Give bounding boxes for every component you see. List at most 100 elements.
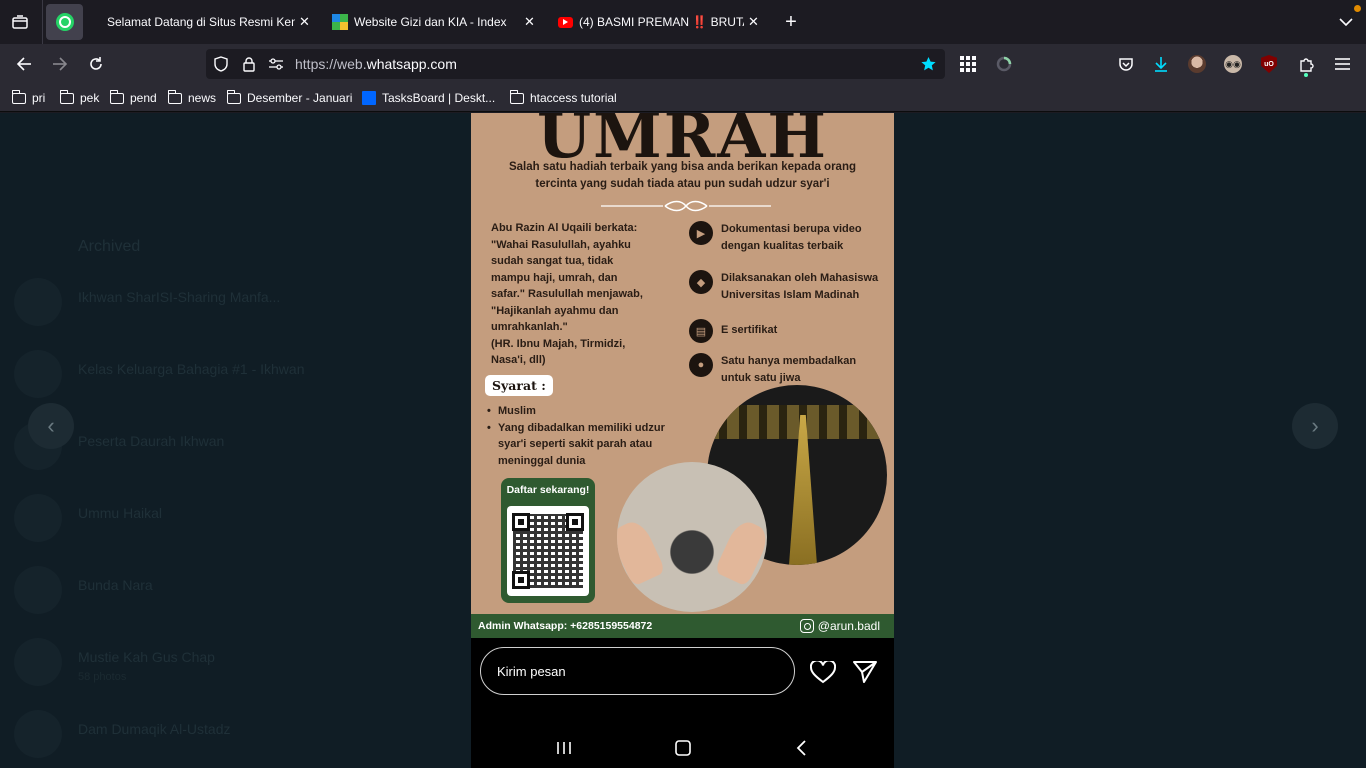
system-back-icon[interactable]: [786, 733, 816, 763]
avatar: [14, 638, 62, 686]
quote-line: "Hajikanlah ayahmu dan: [491, 304, 619, 317]
qr-code: [507, 506, 589, 596]
forward-button[interactable]: [44, 48, 76, 80]
close-icon[interactable]: ✕: [748, 14, 759, 30]
archived-label: Archived: [78, 238, 141, 255]
lock-icon[interactable]: [240, 55, 258, 73]
admin-whatsapp-text: Admin Whatsapp: +6285159554872: [478, 620, 653, 632]
bookmark-label: news: [188, 91, 217, 105]
avatar: [14, 710, 62, 758]
tab-overview-icon[interactable]: [4, 6, 36, 38]
feature-item: ● Satu hanya membadalkan untuk satu jiwa: [689, 353, 886, 386]
list-item: Muslim: [487, 403, 667, 420]
bookmark-folder-desember-januari[interactable]: Desember - Januari: [226, 89, 352, 107]
bookmark-folder-pri[interactable]: pri: [11, 89, 46, 107]
quote-line: safar." Rasulullah menjawab,: [491, 288, 643, 300]
tab-title: Selamat Datang di Situs Resmi Kem: [107, 15, 295, 29]
instagram-icon: [799, 619, 814, 633]
shield-icon[interactable]: [212, 55, 230, 73]
avatar: [14, 278, 62, 326]
tab-youtube[interactable]: (4) BASMI PREMAN ‼️ BRUTAL ✕: [548, 0, 770, 44]
home-button-icon[interactable]: [668, 733, 698, 763]
tab-gizi-kia[interactable]: Website Gizi dan KIA - Index ✕: [322, 0, 544, 44]
url-scheme: https://web.: [295, 56, 367, 72]
back-button[interactable]: [8, 48, 40, 80]
quote-line: Nasa'i, dll): [491, 354, 546, 366]
registration-qr-card: Daftar sekarang!: [501, 478, 595, 603]
quote-line: mampu haji, umrah, dan: [491, 271, 618, 284]
syarat-list: Muslim Yang dibadalkan memiliki udzur sy…: [487, 403, 667, 469]
quote-line: (HR. Ibnu Majah, Tirmidzi,: [491, 337, 626, 350]
ublock-origin-icon[interactable]: uO: [1253, 48, 1285, 80]
qr-finder: [512, 571, 530, 589]
reply-placeholder: Kirim pesan: [497, 663, 566, 679]
bookmark-label: htaccess tutorial: [530, 91, 617, 105]
folder-icon: [109, 89, 124, 104]
feature-item: ▶ Dokumentasi berupa video dengan kualit…: [689, 221, 886, 254]
tab-kemenag[interactable]: Selamat Datang di Situs Resmi Kem ✕: [88, 0, 318, 44]
pocket-icon[interactable]: [1110, 48, 1142, 80]
chat-preview: 58 photos: [78, 671, 127, 683]
quote-line: umrahkanlah.": [491, 321, 568, 333]
bookmark-label: pend: [130, 91, 157, 105]
feature-item: ◆ Dilaksanakan oleh Mahasiswa Universita…: [689, 270, 886, 303]
account-avatar-icon[interactable]: [1181, 48, 1213, 80]
folder-icon: [167, 89, 182, 104]
bookmark-label: TasksBoard | Deskt...: [382, 91, 496, 105]
status-viewer: UMRAH Salah satu hadiah terbaik yang bis…: [471, 113, 894, 768]
menu-hamburger-icon[interactable]: [1326, 48, 1358, 80]
avatar: [14, 566, 62, 614]
permissions-icon[interactable]: [267, 55, 285, 73]
close-icon[interactable]: ✕: [299, 14, 310, 30]
previous-status-button[interactable]: ‹: [28, 403, 74, 449]
chat-name: Ummu Haikal: [78, 505, 163, 521]
poster-lead-text: Salah satu hadiah terbaik yang bisa anda…: [508, 161, 857, 190]
bookmark-folder-pek[interactable]: pek: [59, 89, 99, 107]
apps-grid-icon[interactable]: [952, 48, 984, 80]
address-bar[interactable]: https://web.whatsapp.com: [206, 49, 945, 79]
tab-title: Website Gizi dan KIA - Index: [354, 15, 507, 29]
tab-separator: [42, 0, 43, 44]
next-status-button[interactable]: ›: [1292, 403, 1338, 449]
recent-apps-icon[interactable]: [549, 733, 579, 763]
bookmark-folder-htaccess[interactable]: htaccess tutorial: [509, 89, 617, 107]
extension-spinner-icon[interactable]: [988, 48, 1020, 80]
person-icon: ●: [689, 353, 713, 377]
extension-glasses-icon[interactable]: ◉◉: [1217, 48, 1249, 80]
praying-hand: [617, 517, 666, 587]
graduation-cap-icon: ◆: [689, 270, 713, 294]
pinned-tab-whatsapp[interactable]: [46, 4, 83, 40]
kemenkes-icon: [332, 14, 348, 30]
extension-badge-dot: [1304, 73, 1308, 77]
reply-message-input[interactable]: Kirim pesan: [480, 647, 795, 695]
bookmark-folder-pend[interactable]: pend: [109, 89, 157, 107]
list-item: Yang dibadalkan memiliki udzur syar'i se…: [487, 420, 667, 470]
feature-text: Dilaksanakan oleh Mahasiswa Universitas …: [721, 272, 879, 301]
send-icon[interactable]: [850, 657, 880, 687]
reload-button[interactable]: [80, 48, 112, 80]
youtube-icon: [558, 16, 573, 28]
bookmark-tasksboard[interactable]: TasksBoard | Deskt...: [362, 89, 495, 107]
qr-finder: [512, 513, 530, 531]
chat-name: Kelas Keluarga Bahagia #1 - Ikhwan: [78, 361, 305, 377]
url-domain: whatsapp.com: [366, 56, 457, 72]
whatsapp-icon: [55, 13, 74, 31]
tasksboard-icon: [362, 91, 376, 105]
praying-hand: [714, 517, 767, 587]
like-heart-icon[interactable]: [808, 657, 838, 687]
feature-item: ▤ E sertifikat: [689, 319, 886, 343]
url-text[interactable]: https://web.whatsapp.com: [295, 56, 457, 72]
downloads-icon[interactable]: [1145, 48, 1177, 80]
bookmark-folder-news[interactable]: news: [167, 89, 217, 107]
new-tab-button[interactable]: +: [775, 6, 807, 38]
quote-line: "Wahai Rasulullah, ayahku: [491, 238, 631, 251]
feature-text: Dokumentasi berupa video dengan kualitas…: [721, 223, 862, 252]
qr-label: Daftar sekarang!: [506, 484, 590, 496]
bookmark-star-icon[interactable]: [919, 55, 937, 73]
folder-icon: [509, 89, 524, 104]
instagram-text: @arun.badl: [817, 619, 880, 633]
navigation-toolbar: https://web.whatsapp.com ◉◉ uO: [0, 44, 1366, 84]
syarat-label: Syarat :: [485, 375, 553, 396]
bookmark-label: pri: [32, 91, 46, 105]
close-icon[interactable]: ✕: [524, 14, 535, 30]
